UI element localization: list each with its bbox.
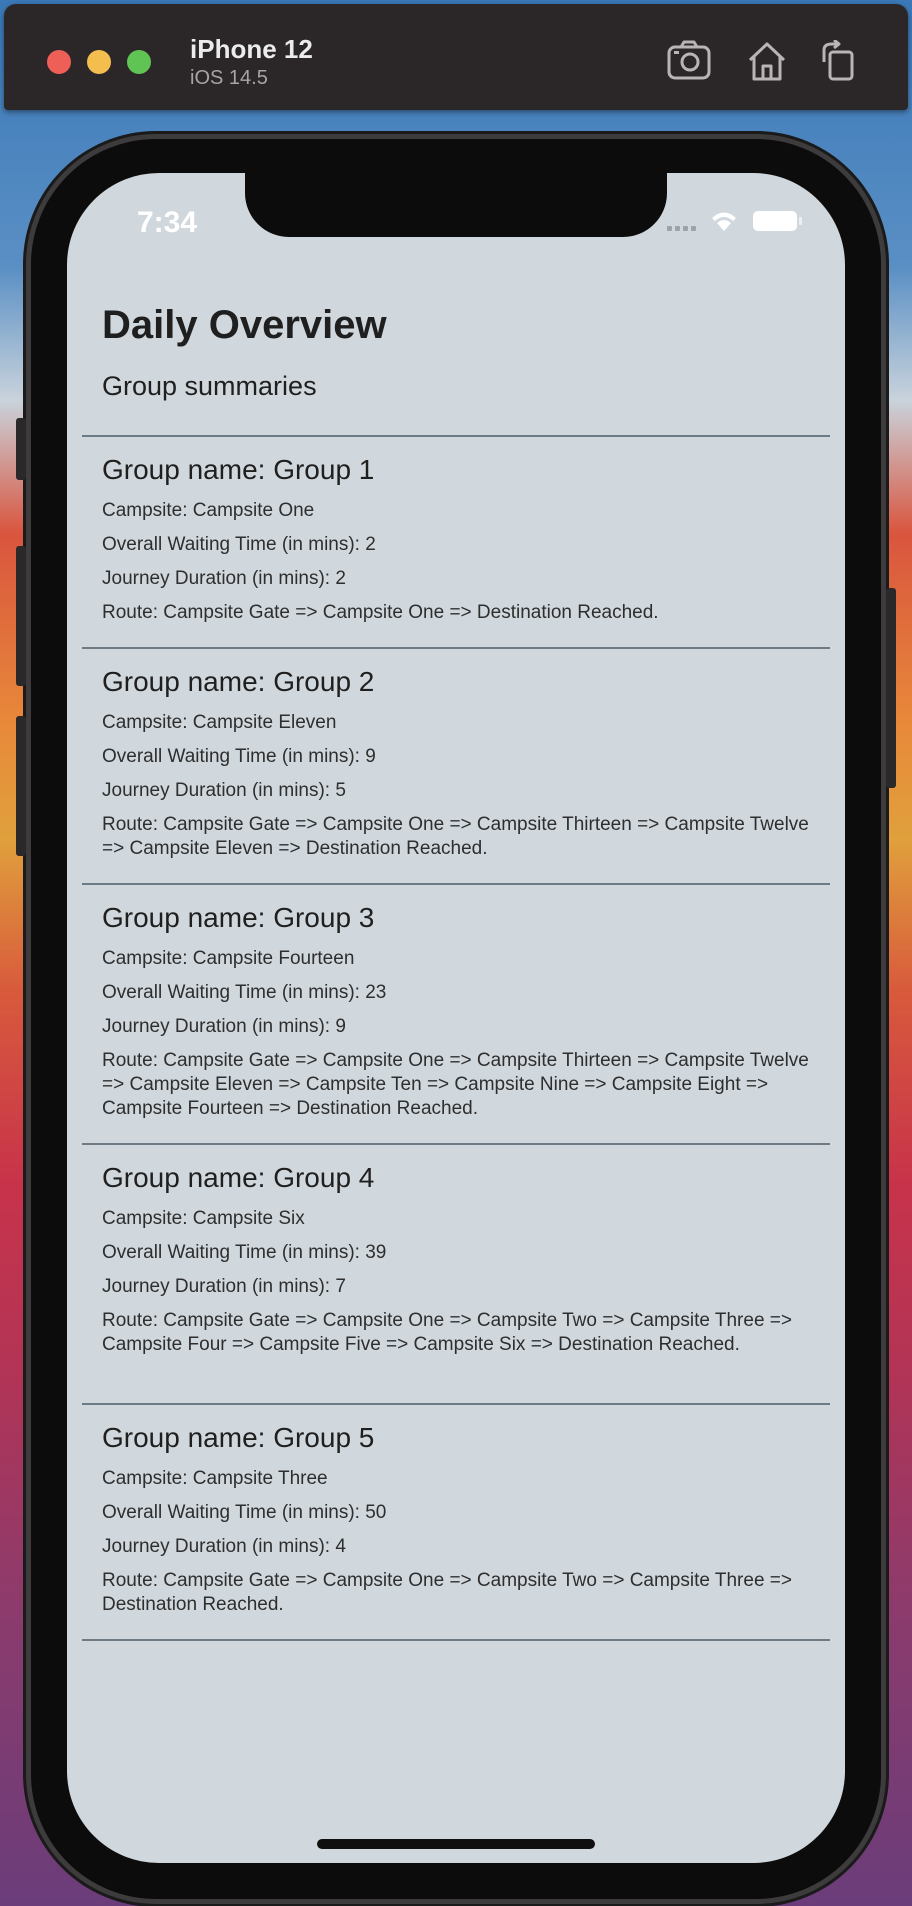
group-route: Route: Campsite Gate => Campsite One => … (102, 1050, 809, 1119)
group-journey-duration: Journey Duration (in mins): 9 (102, 1016, 346, 1037)
divider (82, 647, 830, 649)
group-waiting-time: Overall Waiting Time (in mins): 39 (102, 1242, 387, 1263)
group-name: Group name: Group 2 (102, 666, 375, 697)
wifi-icon (712, 212, 736, 231)
group-name: Group name: Group 4 (102, 1162, 375, 1193)
page-title: Daily Overview (102, 303, 387, 347)
page-subtitle: Group summaries (102, 371, 317, 401)
group-journey-duration: Journey Duration (in mins): 4 (102, 1536, 346, 1557)
group-waiting-time: Overall Waiting Time (in mins): 9 (102, 746, 376, 767)
divider (82, 883, 830, 885)
group-journey-duration: Journey Duration (in mins): 5 (102, 780, 346, 801)
window-close-button[interactable] (47, 50, 71, 74)
group-journey-duration: Journey Duration (in mins): 2 (102, 568, 346, 589)
group-card: Group name: Group 3 Campsite: Campsite F… (102, 901, 810, 1131)
group-name: Group name: Group 5 (102, 1422, 375, 1453)
device-name: iPhone 12 (190, 34, 313, 64)
window-zoom-button[interactable] (127, 50, 151, 74)
group-campsite: Campsite: Campsite One (102, 500, 315, 521)
group-card: Group name: Group 1 Campsite: Campsite O… (102, 453, 810, 635)
group-route: Route: Campsite Gate => Campsite One => … (102, 1310, 792, 1355)
divider (82, 1143, 830, 1145)
group-campsite: Campsite: Campsite Eleven (102, 712, 337, 733)
rotate-icon[interactable] (816, 38, 862, 82)
group-campsite: Campsite: Campsite Three (102, 1468, 328, 1489)
group-route: Route: Campsite Gate => Campsite One => … (102, 814, 809, 859)
battery-icon (753, 211, 802, 231)
group-card: Group name: Group 2 Campsite: Campsite E… (102, 665, 810, 871)
group-waiting-time: Overall Waiting Time (in mins): 2 (102, 534, 376, 555)
group-waiting-time: Overall Waiting Time (in mins): 23 (102, 982, 387, 1003)
group-route: Route: Campsite Gate => Campsite One => … (102, 1570, 792, 1615)
screenshot-icon[interactable] (666, 40, 712, 82)
group-name: Group name: Group 3 (102, 902, 375, 933)
volume-up-button (16, 546, 26, 686)
simulator-toolbar: iPhone 12 iOS 14.5 (4, 4, 908, 110)
group-campsite: Campsite: Campsite Fourteen (102, 948, 355, 969)
group-journey-duration: Journey Duration (in mins): 7 (102, 1276, 346, 1297)
power-button (886, 588, 896, 788)
group-name: Group name: Group 1 (102, 454, 375, 485)
window-minimize-button[interactable] (87, 50, 111, 74)
divider (82, 435, 830, 437)
divider (82, 1403, 830, 1405)
home-icon[interactable] (744, 40, 790, 82)
os-version: iOS 14.5 (190, 67, 268, 89)
phone-screen: 7:34 Daily Overview Group summaries Grou (67, 173, 845, 1863)
mute-switch (16, 418, 26, 480)
divider (82, 1639, 830, 1641)
home-indicator[interactable] (317, 1839, 595, 1849)
group-route: Route: Campsite Gate => Campsite One => … (102, 602, 659, 623)
cellular-signal-icon (667, 226, 696, 231)
volume-down-button (16, 716, 26, 856)
group-card: Group name: Group 4 Campsite: Campsite S… (102, 1161, 810, 1367)
status-icons (667, 209, 827, 233)
status-time: 7:34 (137, 206, 198, 239)
notch (245, 173, 667, 237)
group-card: Group name: Group 5 Campsite: Campsite T… (102, 1421, 810, 1627)
group-waiting-time: Overall Waiting Time (in mins): 50 (102, 1502, 387, 1523)
group-campsite: Campsite: Campsite Six (102, 1208, 305, 1229)
